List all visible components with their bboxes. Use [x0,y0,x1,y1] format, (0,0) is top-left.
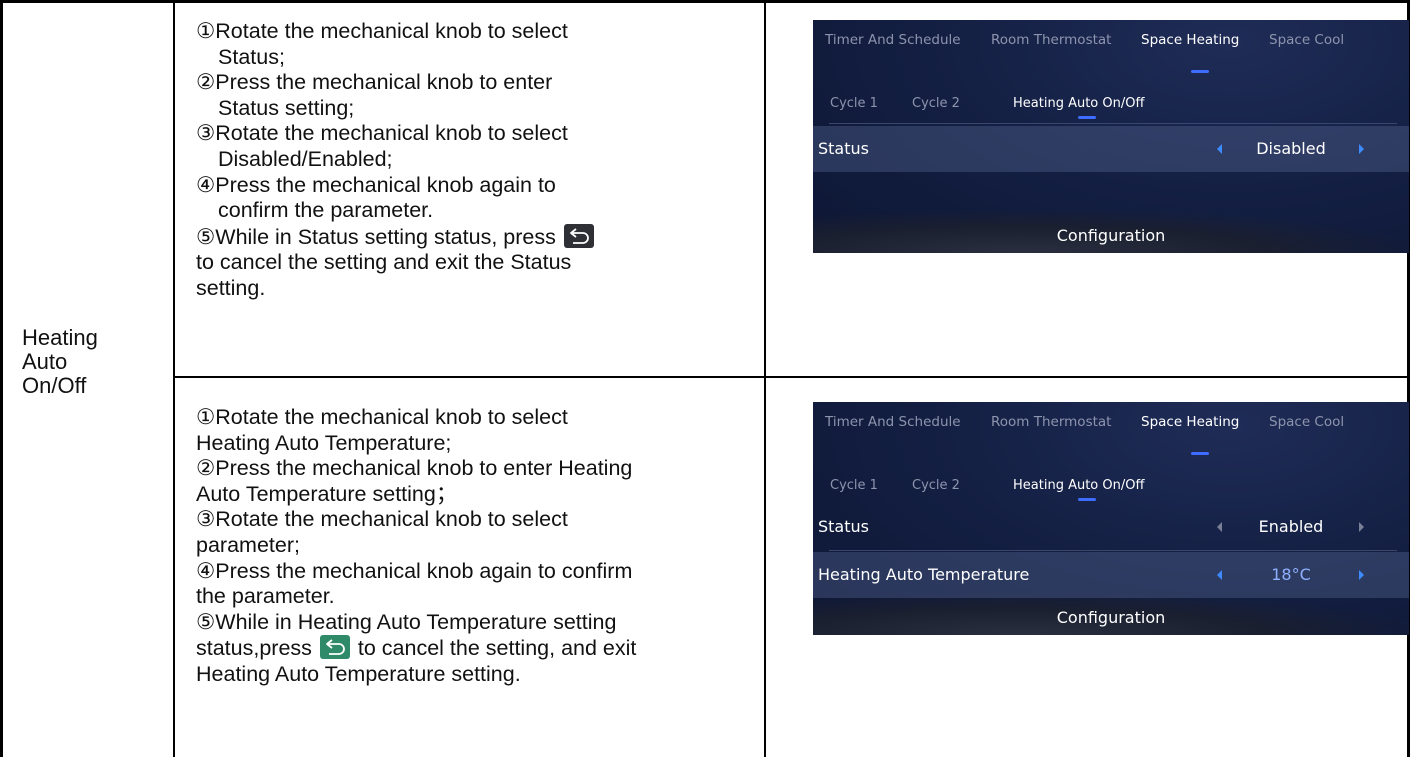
step-text: Heating Auto Temperature; [196,430,452,455]
screen-footer: Configuration [1056,226,1166,245]
back-arrow-icon [319,635,350,660]
row-label: Heating Auto On/Off [22,326,98,398]
row-label-line: Heating [22,325,98,350]
step: status,press to cancel the setting, and … [196,635,756,662]
tab-room-thermostat[interactable]: Room Thermostat [991,32,1111,48]
row-label-line: On/Off [22,373,87,398]
table-border-left [0,0,3,757]
step-text: confirm the parameter. [218,198,434,223]
arrow-left-icon[interactable] [1217,144,1222,154]
step-text: Auto Temperature setting； [196,481,458,506]
column-divider-2 [764,0,766,757]
table-border-top [0,0,1410,3]
row-label-line: Auto [22,349,68,374]
subtab-active-indicator [1078,498,1096,501]
step-text: to cancel the setting and exit the Statu… [196,250,572,275]
step-text: Disabled/Enabled; [218,146,393,171]
subtab-cycle-1[interactable]: Cycle 1 [830,478,878,493]
divider [829,123,1397,124]
subtab-cycle-2[interactable]: Cycle 2 [912,96,960,111]
subtab-cycle-1[interactable]: Cycle 1 [830,96,878,111]
tab-space-heating[interactable]: Space Heating [1141,414,1239,430]
setting-row-status[interactable]: Status Disabled [813,126,1409,172]
tab-timer-and-schedule[interactable]: Timer And Schedule [825,32,961,48]
instructions-status: ①Rotate the mechanical knob to select Sta… [196,19,756,302]
setting-name: Status [818,517,869,536]
step-text: ⑤While in Status setting status, press [196,224,556,249]
step-text: setting. [196,275,266,300]
setting-name: Heating Auto Temperature [818,565,1030,584]
step-text: ②Press the mechanical knob to enter Heat… [196,456,633,481]
step-text: to cancel the setting, and exit [357,636,637,661]
subtab-heating-auto-on-off[interactable]: Heating Auto On/Off [1013,478,1144,493]
step-text: ①Rotate the mechanical knob to select [196,405,568,429]
subtab-active-indicator [1078,116,1096,119]
subtab-heating-auto-on-off[interactable]: Heating Auto On/Off [1013,96,1144,111]
step-text: Heating Auto Temperature setting. [196,661,521,686]
arrow-right-icon[interactable] [1359,522,1364,532]
step-text: ③Rotate the mechanical knob to select [196,121,568,146]
device-screen-status: Timer And Schedule Room Thermostat Space… [813,20,1409,253]
subtab-cycle-2[interactable]: Cycle 2 [912,478,960,493]
arrow-right-icon[interactable] [1359,144,1364,154]
step-text: parameter; [196,532,300,557]
tab-active-indicator [1191,452,1209,455]
step: ⑤While in Status setting status, press t… [196,223,756,302]
setting-value: Disabled [1256,139,1326,158]
setting-row-status[interactable]: Status Enabled [813,504,1409,550]
step: ②Press the mechanical knob to enter Statu… [196,70,756,121]
tab-active-indicator [1191,70,1209,73]
step-text: ④Press the mechanical knob again to conf… [196,558,633,583]
tab-room-thermostat[interactable]: Room Thermostat [991,414,1111,430]
setting-name: Status [818,139,869,158]
tab-space-heating[interactable]: Space Heating [1141,32,1239,48]
setting-value: Enabled [1258,517,1324,536]
step-text: ①Rotate the mechanical knob to select [196,19,568,43]
step: ④Press the mechanical knob again to confi… [196,173,756,224]
step-text: the parameter. [196,584,335,609]
step: ③Rotate the mechanical knob to select Dis… [196,121,756,172]
step-text: ③Rotate the mechanical knob to select [196,507,568,532]
instructions-temperature: ①Rotate the mechanical knob to select He… [196,405,756,688]
arrow-left-icon[interactable] [1217,570,1222,580]
arrow-left-icon[interactable] [1217,522,1222,532]
step-text: status,press [196,636,312,661]
setting-value: 18°C [1271,565,1311,584]
arrow-right-icon[interactable] [1359,570,1364,580]
step-text: ④Press the mechanical knob again to [196,172,556,197]
step-text: ②Press the mechanical knob to enter [196,70,553,95]
step: ①Rotate the mechanical knob to select Sta… [196,19,756,70]
divider [829,550,1397,551]
step-text: Status setting; [218,95,355,120]
back-arrow-icon [563,223,594,248]
screen-footer: Configuration [1056,608,1166,627]
tab-timer-and-schedule[interactable]: Timer And Schedule [825,414,961,430]
row-divider [173,376,1410,378]
step-text: ⑤While in Heating Auto Temperature setti… [196,609,617,634]
tab-space-cool[interactable]: Space Cool [1269,32,1344,48]
tab-space-cool[interactable]: Space Cool [1269,414,1344,430]
setting-row-heating-auto-temperature[interactable]: Heating Auto Temperature 18°C [813,552,1409,598]
device-screen-temperature: Timer And Schedule Room Thermostat Space… [813,402,1409,635]
column-divider-1 [173,0,175,757]
step-text: Status; [218,44,285,69]
